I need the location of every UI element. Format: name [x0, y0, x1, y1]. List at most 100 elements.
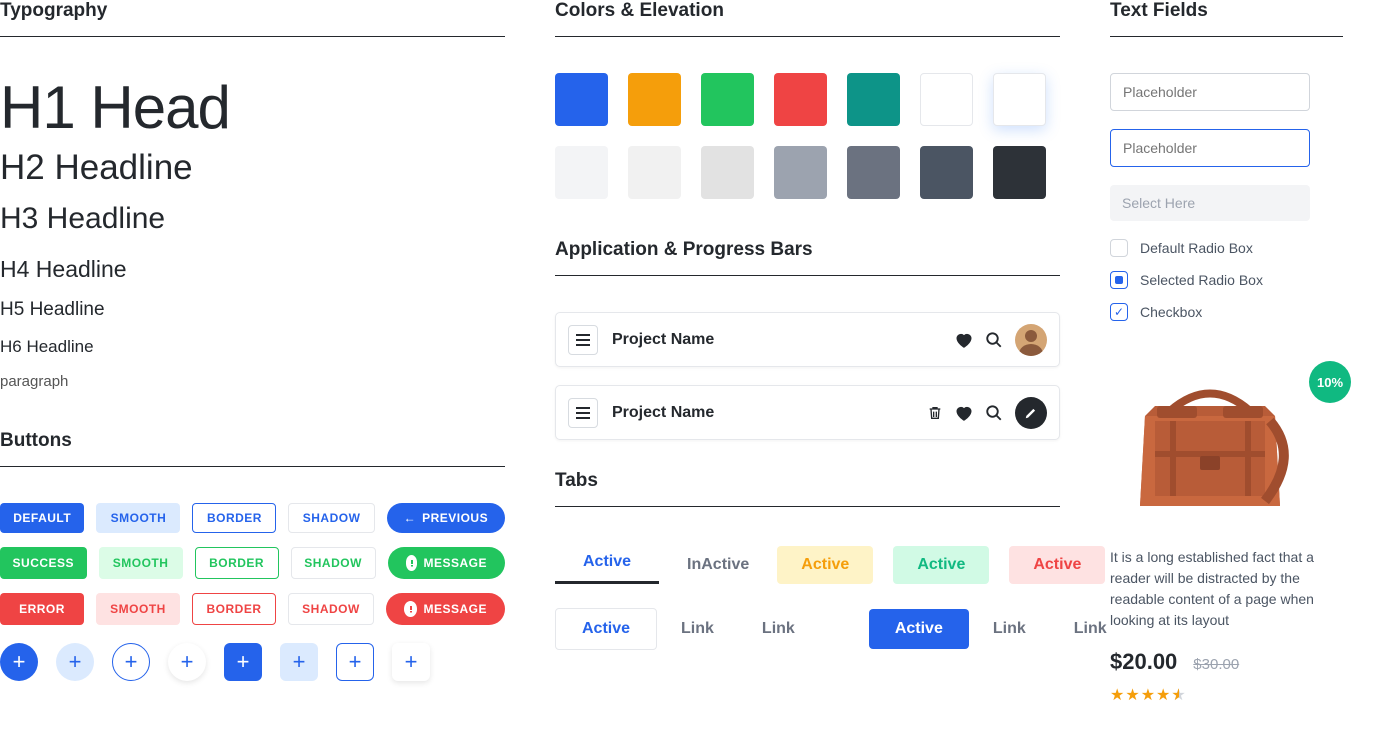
border-green-button[interactable]: BORDER: [195, 547, 279, 579]
plus-icon: +: [237, 649, 250, 675]
plus-circle-shadow-button[interactable]: +: [168, 643, 206, 681]
plus-square-outline-button[interactable]: +: [336, 643, 374, 681]
tab-inactive[interactable]: InActive: [659, 546, 777, 584]
color-swatch: [701, 73, 754, 126]
border-blue-button[interactable]: BORDER: [192, 503, 276, 533]
edit-button[interactable]: [1015, 397, 1047, 429]
plus-icon: +: [125, 649, 138, 675]
tab-pill-yellow[interactable]: Active: [777, 546, 873, 584]
message-red-button[interactable]: MESSAGE: [386, 593, 505, 625]
message-green-label: MESSAGE: [423, 556, 487, 570]
plus-circle-smooth-button[interactable]: +: [56, 643, 94, 681]
menu-button[interactable]: [568, 325, 598, 355]
color-swatch: [555, 73, 608, 126]
textfields-divider: [1110, 36, 1343, 37]
plus-square-smooth-button[interactable]: +: [280, 643, 318, 681]
radio-default[interactable]: [1110, 239, 1128, 257]
smooth-blue-button[interactable]: SMOOTH: [96, 503, 180, 533]
colors-title: Colors & Elevation: [555, 0, 1060, 22]
product-card: 10% It is a long established fact that a: [1110, 361, 1343, 705]
tab-pill-green[interactable]: Active: [893, 546, 989, 584]
border-red-button[interactable]: BORDER: [192, 593, 276, 625]
tab-box-active[interactable]: Active: [555, 608, 657, 650]
color-swatch: [847, 146, 900, 199]
shadow-red-button[interactable]: SHADOW: [288, 593, 374, 625]
colors-divider: [555, 36, 1060, 37]
tab-link-2[interactable]: Link: [738, 609, 819, 649]
plus-icon: +: [181, 649, 194, 675]
product-price: $20.00: [1110, 649, 1177, 675]
alert-icon: [404, 601, 418, 617]
plus-circle-outline-button[interactable]: +: [112, 643, 150, 681]
previous-button[interactable]: ← PREVIOUS: [387, 503, 505, 533]
pencil-icon: [1024, 406, 1038, 420]
radio-default-label: Default Radio Box: [1140, 240, 1253, 256]
h5-sample: H5 Headline: [0, 299, 505, 321]
search-icon[interactable]: [985, 331, 1003, 349]
plus-square-shadow-button[interactable]: +: [392, 643, 430, 681]
plus-icon: +: [69, 649, 82, 675]
product-description: It is a long established fact that a rea…: [1110, 547, 1343, 631]
radio-selected[interactable]: [1110, 271, 1128, 289]
text-input-focused[interactable]: [1110, 129, 1310, 167]
smooth-red-button[interactable]: SMOOTH: [96, 593, 180, 625]
previous-label: PREVIOUS: [422, 511, 488, 525]
star-icon: ★: [1110, 687, 1125, 704]
color-swatch: [701, 146, 754, 199]
checkbox[interactable]: ✓: [1110, 303, 1128, 321]
star-rating: ★★★★★★: [1110, 685, 1343, 705]
plus-icon: +: [349, 649, 362, 675]
project-name-label: Project Name: [612, 404, 927, 422]
h4-sample: H4 Headline: [0, 256, 505, 283]
star-icon: ★: [1156, 687, 1171, 704]
plus-circle-solid-button[interactable]: +: [0, 643, 38, 681]
message-green-button[interactable]: MESSAGE: [388, 547, 505, 579]
buttons-divider: [0, 466, 505, 467]
color-swatch: [774, 73, 827, 126]
smooth-green-button[interactable]: SMOOTH: [99, 547, 183, 579]
star-icon: ★: [1141, 687, 1156, 704]
tab-active[interactable]: Active: [555, 543, 659, 584]
select-input[interactable]: Select Here: [1110, 185, 1310, 221]
typography-divider: [0, 36, 505, 37]
plus-icon: +: [13, 649, 26, 675]
color-swatch: [920, 73, 973, 126]
arrow-left-icon: ←: [404, 511, 417, 525]
menu-button[interactable]: [568, 398, 598, 428]
default-button[interactable]: DEFAULT: [0, 503, 84, 533]
textfields-title: Text Fields: [1110, 0, 1343, 22]
product-image: [1110, 361, 1310, 531]
color-swatch: [993, 73, 1046, 126]
discount-badge: 10%: [1309, 361, 1351, 403]
message-red-label: MESSAGE: [423, 602, 487, 616]
heart-icon[interactable]: [955, 332, 973, 348]
heart-icon[interactable]: [955, 405, 973, 421]
tab-pill-red[interactable]: Active: [1009, 546, 1105, 584]
shadow-green-button[interactable]: SHADOW: [291, 547, 376, 579]
checkbox-label: Checkbox: [1140, 304, 1202, 320]
buttons-title: Buttons: [0, 430, 505, 452]
tab-link-1[interactable]: Link: [657, 609, 738, 649]
color-swatch: [628, 146, 681, 199]
appbar-1: Project Name: [555, 312, 1060, 367]
plus-square-solid-button[interactable]: +: [224, 643, 262, 681]
error-button[interactable]: ERROR: [0, 593, 84, 625]
shadow-blue-button[interactable]: SHADOW: [288, 503, 374, 533]
text-input-default[interactable]: [1110, 73, 1310, 111]
color-swatch: [628, 73, 681, 126]
typography-title: Typography: [0, 0, 505, 22]
color-swatch: [555, 146, 608, 199]
avatar[interactable]: [1015, 324, 1047, 356]
tab-solid-active[interactable]: Active: [869, 609, 969, 649]
color-swatch: [993, 146, 1046, 199]
appbars-title: Application & Progress Bars: [555, 239, 1060, 261]
success-button[interactable]: SUCCESS: [0, 547, 87, 579]
info-icon: [406, 555, 418, 571]
search-icon[interactable]: [985, 404, 1003, 422]
project-name-label: Project Name: [612, 331, 955, 349]
h6-sample: H6 Headline: [0, 337, 505, 357]
h2-sample: H2 Headline: [0, 148, 505, 188]
h1-sample: H1 Head: [0, 73, 505, 142]
tab-link-3[interactable]: Link: [969, 609, 1050, 649]
trash-icon[interactable]: [927, 404, 943, 422]
